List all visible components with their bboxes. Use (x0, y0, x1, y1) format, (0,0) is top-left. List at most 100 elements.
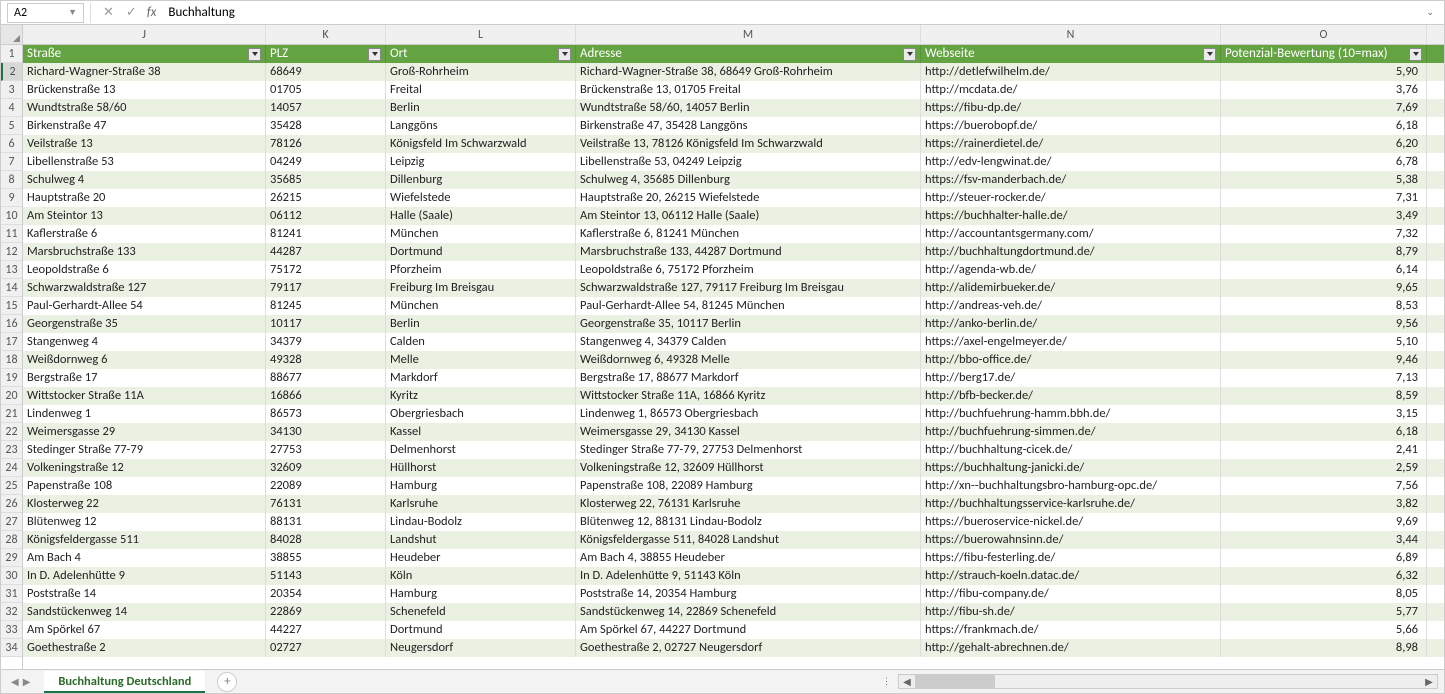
cell[interactable]: http://accountantsgermany.com/ (921, 225, 1221, 243)
cell[interactable]: Am Bach 4 (23, 549, 266, 567)
cell[interactable]: Weimersgasse 29 (23, 423, 266, 441)
cell[interactable]: 75172 (266, 261, 386, 279)
cell[interactable]: http://andreas-veh.de/ (921, 297, 1221, 315)
row-header[interactable]: 28 (1, 531, 22, 549)
cell[interactable]: Georgenstraße 35 (23, 315, 266, 333)
cell[interactable]: 44287 (266, 243, 386, 261)
cell[interactable]: Bergstraße 17 (23, 369, 266, 387)
cell[interactable]: Königsfeldergasse 511, 84028 Landshut (576, 531, 921, 549)
cell[interactable]: Marsbruchstraße 133 (23, 243, 266, 261)
cell[interactable]: Schenefeld (386, 603, 576, 621)
cell[interactable]: Weimersgasse 29, 34130 Kassel (576, 423, 921, 441)
cell[interactable]: Am Spörkel 67 (23, 621, 266, 639)
cell[interactable]: http://detlefwilhelm.de/ (921, 63, 1221, 81)
cell[interactable]: 9,65 (1221, 279, 1427, 297)
cell[interactable]: München (386, 297, 576, 315)
row-header[interactable]: 19 (1, 369, 22, 387)
cell[interactable]: Volkeningstraße 12, 32609 Hüllhorst (576, 459, 921, 477)
cell[interactable]: https://buchhalter-halle.de/ (921, 207, 1221, 225)
cell[interactable]: Poststraße 14, 20354 Hamburg (576, 585, 921, 603)
cell[interactable]: Poststraße 14 (23, 585, 266, 603)
cell[interactable]: Hüllhorst (386, 459, 576, 477)
filter-dropdown-icon[interactable] (558, 48, 571, 61)
cell[interactable]: 8,98 (1221, 639, 1427, 657)
cell[interactable]: 22869 (266, 603, 386, 621)
row-header[interactable]: 5 (1, 117, 22, 135)
cell[interactable]: Delmenhorst (386, 441, 576, 459)
cell[interactable]: Berlin (386, 315, 576, 333)
row-header[interactable]: 21 (1, 405, 22, 423)
row-header[interactable]: 17 (1, 333, 22, 351)
row-header[interactable]: 1 (1, 45, 22, 63)
sheet-tab-active[interactable]: Buchhaltung Deutschland (44, 671, 205, 693)
filter-dropdown-icon[interactable] (1203, 48, 1216, 61)
cell[interactable]: http://berg17.de/ (921, 369, 1221, 387)
cell[interactable]: 8,79 (1221, 243, 1427, 261)
cell[interactable]: Obergriesbach (386, 405, 576, 423)
cell[interactable]: Calden (386, 333, 576, 351)
row-header[interactable]: 33 (1, 621, 22, 639)
row-header[interactable]: 30 (1, 567, 22, 585)
cell[interactable]: 7,69 (1221, 99, 1427, 117)
add-sheet-button[interactable]: + (217, 672, 237, 692)
cell[interactable]: http://buchfuehrung-hamm.bbh.de/ (921, 405, 1221, 423)
horizontal-scrollbar[interactable]: ⋮ ◀ ▶ (237, 674, 1438, 689)
cell[interactable]: 38855 (266, 549, 386, 567)
cell[interactable]: http://strauch-koeln.datac.de/ (921, 567, 1221, 585)
cell[interactable]: Königsfeldergasse 511 (23, 531, 266, 549)
cell[interactable]: https://buchhaltung-janicki.de/ (921, 459, 1221, 477)
fx-icon[interactable]: fx (147, 5, 157, 20)
cell[interactable]: 10117 (266, 315, 386, 333)
row-header[interactable]: 23 (1, 441, 22, 459)
cell[interactable]: 3,82 (1221, 495, 1427, 513)
cell[interactable]: Blütenweg 12 (23, 513, 266, 531)
cell[interactable]: 6,89 (1221, 549, 1427, 567)
cell[interactable]: 86573 (266, 405, 386, 423)
cell[interactable]: 49328 (266, 351, 386, 369)
cell[interactable]: In D. Adelenhütte 9, 51143 Köln (576, 567, 921, 585)
cell[interactable]: Stedinger Straße 77-79 (23, 441, 266, 459)
cell[interactable]: 9,56 (1221, 315, 1427, 333)
cell[interactable]: Wiefelstede (386, 189, 576, 207)
cell[interactable]: 6,78 (1221, 153, 1427, 171)
scroll-right-icon[interactable]: ▶ (1421, 675, 1437, 688)
cell[interactable]: http://alidemirbueker.de/ (921, 279, 1221, 297)
cell[interactable]: 88131 (266, 513, 386, 531)
cell[interactable]: Brückenstraße 13 (23, 81, 266, 99)
cell[interactable]: Dortmund (386, 243, 576, 261)
cell[interactable]: 3,15 (1221, 405, 1427, 423)
row-header[interactable]: 3 (1, 81, 22, 99)
cell[interactable]: 5,90 (1221, 63, 1427, 81)
cell[interactable]: https://frankmach.de/ (921, 621, 1221, 639)
cell[interactable]: http://buchhaltungdortmund.de/ (921, 243, 1221, 261)
cell[interactable]: Birkenstraße 47, 35428 Langgöns (576, 117, 921, 135)
cell[interactable]: Schulweg 4, 35685 Dillenburg (576, 171, 921, 189)
row-header[interactable]: 12 (1, 243, 22, 261)
cell[interactable]: Königsfeld Im Schwarzwald (386, 135, 576, 153)
cell[interactable]: Papenstraße 108, 22089 Hamburg (576, 477, 921, 495)
row-header[interactable]: 13 (1, 261, 22, 279)
row-header[interactable]: 2 (1, 63, 22, 81)
cell[interactable]: Volkeningstraße 12 (23, 459, 266, 477)
cell[interactable]: https://fibu-festerling.de/ (921, 549, 1221, 567)
cell[interactable]: 14057 (266, 99, 386, 117)
chevron-down-icon[interactable]: ▼ (68, 7, 77, 18)
row-header[interactable]: 31 (1, 585, 22, 603)
cell[interactable]: http://fibu-sh.de/ (921, 603, 1221, 621)
cell[interactable]: 81241 (266, 225, 386, 243)
cell[interactable]: 84028 (266, 531, 386, 549)
cell[interactable]: Dillenburg (386, 171, 576, 189)
cell[interactable]: 44227 (266, 621, 386, 639)
cell[interactable]: 8,05 (1221, 585, 1427, 603)
row-header[interactable]: 25 (1, 477, 22, 495)
row-header[interactable]: 32 (1, 603, 22, 621)
row-header[interactable]: 8 (1, 171, 22, 189)
cell[interactable]: 2,41 (1221, 441, 1427, 459)
table-column-header[interactable]: Ort (386, 45, 576, 63)
table-column-header[interactable]: Potenzial-Bewertung (10=max) (1221, 45, 1427, 63)
cell[interactable]: 7,31 (1221, 189, 1427, 207)
cell[interactable]: Wundtstraße 58/60, 14057 Berlin (576, 99, 921, 117)
cell[interactable]: Freital (386, 81, 576, 99)
row-header[interactable]: 22 (1, 423, 22, 441)
cell[interactable]: http://bfb-becker.de/ (921, 387, 1221, 405)
